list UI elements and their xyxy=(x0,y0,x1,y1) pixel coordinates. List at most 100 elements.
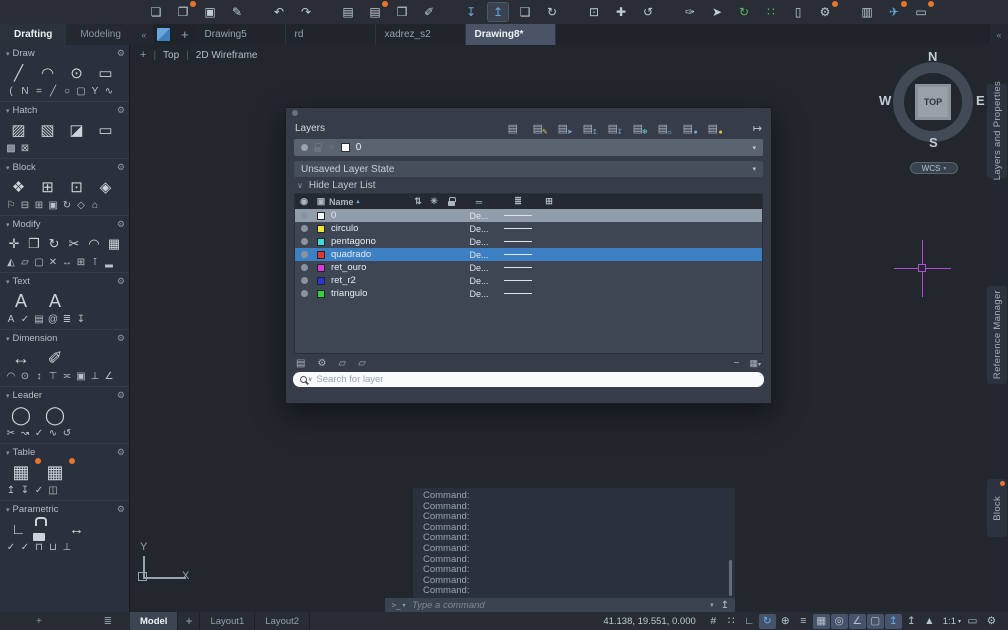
lock-column-icon[interactable] xyxy=(443,197,461,206)
refresh-icon[interactable]: ↻ xyxy=(734,3,754,21)
boundary-icon[interactable]: ▭ xyxy=(91,118,120,142)
table-check-icon[interactable]: ✓ xyxy=(32,484,46,497)
diameter-dim-icon[interactable]: ⊙ xyxy=(18,370,32,383)
polyline-icon[interactable]: ◠ xyxy=(33,61,62,85)
lock-layer-icon[interactable]: ▤● xyxy=(677,120,699,136)
panel-header-hatch[interactable]: ▾Hatch⚙ xyxy=(4,104,125,117)
panel-header-parametric[interactable]: ▾Parametric⚙ xyxy=(4,503,125,516)
collapse-ribbon-icon[interactable]: « xyxy=(135,24,153,45)
edit-drawing-icon[interactable]: ✐ xyxy=(419,3,439,21)
layer-state-dropdown[interactable]: Unsaved Layer State ▾ xyxy=(294,161,763,177)
layers-on-icon[interactable]: ▤ xyxy=(502,120,524,136)
hatch-toggle-icon[interactable]: ▦ xyxy=(813,614,830,629)
command-history[interactable]: Command:Command:Command:Command:Command:… xyxy=(413,488,735,598)
xref-attach-icon[interactable]: ⊟ xyxy=(18,199,32,212)
plot-column-icon[interactable]: ⊞ xyxy=(539,196,559,207)
new-document-icon[interactable]: + xyxy=(174,24,196,45)
linear-dim-icon[interactable]: ↔ xyxy=(4,346,38,370)
set-current-layer-icon[interactable]: ▤➤ xyxy=(552,120,574,136)
visual-style-selector[interactable]: 2D Wireframe xyxy=(196,50,258,61)
panel-gear-icon[interactable]: ⚙ xyxy=(117,105,125,116)
join-icon[interactable]: ▂ xyxy=(102,256,116,269)
command-scrollbar[interactable] xyxy=(729,560,732,596)
rectangle-icon[interactable]: ▭ xyxy=(91,61,120,85)
layer-on-toggle[interactable] xyxy=(295,251,313,258)
lock-constraint-icon[interactable] xyxy=(33,517,62,541)
annotate-icon[interactable]: ✑ xyxy=(680,3,700,21)
auto-constrain-icon[interactable]: ✓ xyxy=(18,541,32,554)
layer-on-toggle[interactable] xyxy=(295,290,313,297)
sheet-tab[interactable]: Layout1 xyxy=(200,612,255,630)
drawing-canvas[interactable]: + | Top | 2D Wireframe TOP N S W E WCS▾ … xyxy=(130,45,985,612)
arc-dim-icon[interactable]: ◠ xyxy=(4,370,18,383)
layer-explore-icon[interactable]: ▱ xyxy=(338,358,346,369)
layer-row[interactable]: ret_r2 De... xyxy=(295,274,762,287)
undo-icon[interactable]: ↶ xyxy=(269,3,289,21)
layer-color-cell[interactable] xyxy=(313,264,329,272)
create-block-icon[interactable]: ⊞ xyxy=(33,175,62,199)
pan-icon[interactable]: ✚ xyxy=(611,3,631,21)
layer-color-cell[interactable] xyxy=(313,277,329,285)
purge-icon[interactable]: ⌂ xyxy=(88,199,102,212)
export-text-icon[interactable]: ↧ xyxy=(74,313,88,326)
grid-icon[interactable]: # xyxy=(705,614,722,629)
sheet-tab[interactable]: + xyxy=(178,612,200,630)
mtext-icon[interactable]: A xyxy=(4,289,38,313)
height-constraint-icon[interactable]: ⊔ xyxy=(46,541,60,554)
command-input[interactable] xyxy=(412,600,710,611)
view-selector[interactable]: Top xyxy=(163,50,179,61)
panel-grip[interactable] xyxy=(286,108,771,117)
baseline-dim-icon[interactable]: ⊤ xyxy=(46,370,60,383)
sequence-icon[interactable]: ∷ xyxy=(761,3,781,21)
add-panel-icon[interactable]: + xyxy=(36,616,42,627)
ucs-icon[interactable]: ↥ xyxy=(885,614,902,629)
sheet-tab[interactable]: Layout2 xyxy=(255,612,310,630)
stretch-icon[interactable]: ↔ xyxy=(60,256,74,269)
quad-icon[interactable]: ◎ xyxy=(831,614,848,629)
standards-icon[interactable]: ▥ xyxy=(857,3,877,21)
ordinate-dim-icon[interactable]: ▣ xyxy=(74,370,88,383)
import-icon[interactable]: ↧ xyxy=(461,3,481,21)
freehand-icon[interactable]: ∿ xyxy=(102,85,116,98)
vertical-dim-icon[interactable]: ↕ xyxy=(32,370,46,383)
layer-name[interactable]: triangulo xyxy=(329,288,411,299)
columns-config-icon[interactable]: ▦▾ xyxy=(749,358,761,369)
layer-on-toggle[interactable] xyxy=(295,212,313,219)
command-prompt-icon[interactable]: >_▾ xyxy=(385,601,412,610)
angular-dim-icon[interactable]: ∠ xyxy=(102,370,116,383)
layer-on-toggle[interactable] xyxy=(295,264,313,271)
mirror-icon[interactable]: ◭ xyxy=(4,256,18,269)
visibility-column-icon[interactable]: ◉ xyxy=(295,196,313,207)
panel-header-table[interactable]: ▾Table⚙ xyxy=(4,446,125,459)
layer-linetype[interactable] xyxy=(497,267,539,268)
layer-off-icon[interactable]: ▤☼ xyxy=(652,120,674,136)
side-tab-block[interactable]: Block xyxy=(987,479,1007,537)
name-column-header[interactable]: Name▴ xyxy=(329,197,411,207)
send-feedback-icon[interactable]: ✈ xyxy=(884,3,904,21)
side-tab-layers-and-properties[interactable]: Layers and Properties xyxy=(987,84,1007,178)
dim-constraint-icon[interactable]: ↔ xyxy=(62,517,91,541)
settings-gear-icon[interactable]: ⚙ xyxy=(983,614,1000,629)
compass-west[interactable]: W xyxy=(879,93,891,108)
layer-search-input[interactable] xyxy=(316,374,759,385)
redo-icon[interactable]: ↷ xyxy=(296,3,316,21)
layer-name[interactable]: 0 xyxy=(329,210,411,221)
hide-layer-list-toggle[interactable]: ∨ Hide Layer List xyxy=(286,177,771,193)
leader-edit-icon[interactable]: ◯ xyxy=(38,403,72,427)
workspace-tab[interactable]: Modeling xyxy=(66,24,135,45)
dim-edit-icon[interactable]: ✐ xyxy=(38,346,72,370)
block-sync-icon[interactable]: ↻ xyxy=(60,199,74,212)
panel-gear-icon[interactable]: ⚙ xyxy=(117,162,125,173)
panel-header-modify[interactable]: ▾Modify⚙ xyxy=(4,218,125,231)
layer-up-icon[interactable]: ▤↥ xyxy=(577,120,599,136)
publish-icon[interactable]: ↻ xyxy=(542,3,562,21)
wipeout-icon[interactable]: ▩ xyxy=(4,142,18,155)
divide-icon[interactable]: Y xyxy=(88,85,102,98)
multiline-icon[interactable]: = xyxy=(32,85,46,98)
layer-name[interactable]: ret_r2 xyxy=(329,275,411,286)
layer-on-toggle[interactable] xyxy=(295,238,313,245)
spline-leader-icon[interactable]: ∿ xyxy=(46,427,60,440)
layer-lineweight[interactable]: De... xyxy=(461,211,497,221)
panel-list-icon[interactable]: ≣ xyxy=(104,616,112,627)
leader-redo-icon[interactable]: ↺ xyxy=(60,427,74,440)
